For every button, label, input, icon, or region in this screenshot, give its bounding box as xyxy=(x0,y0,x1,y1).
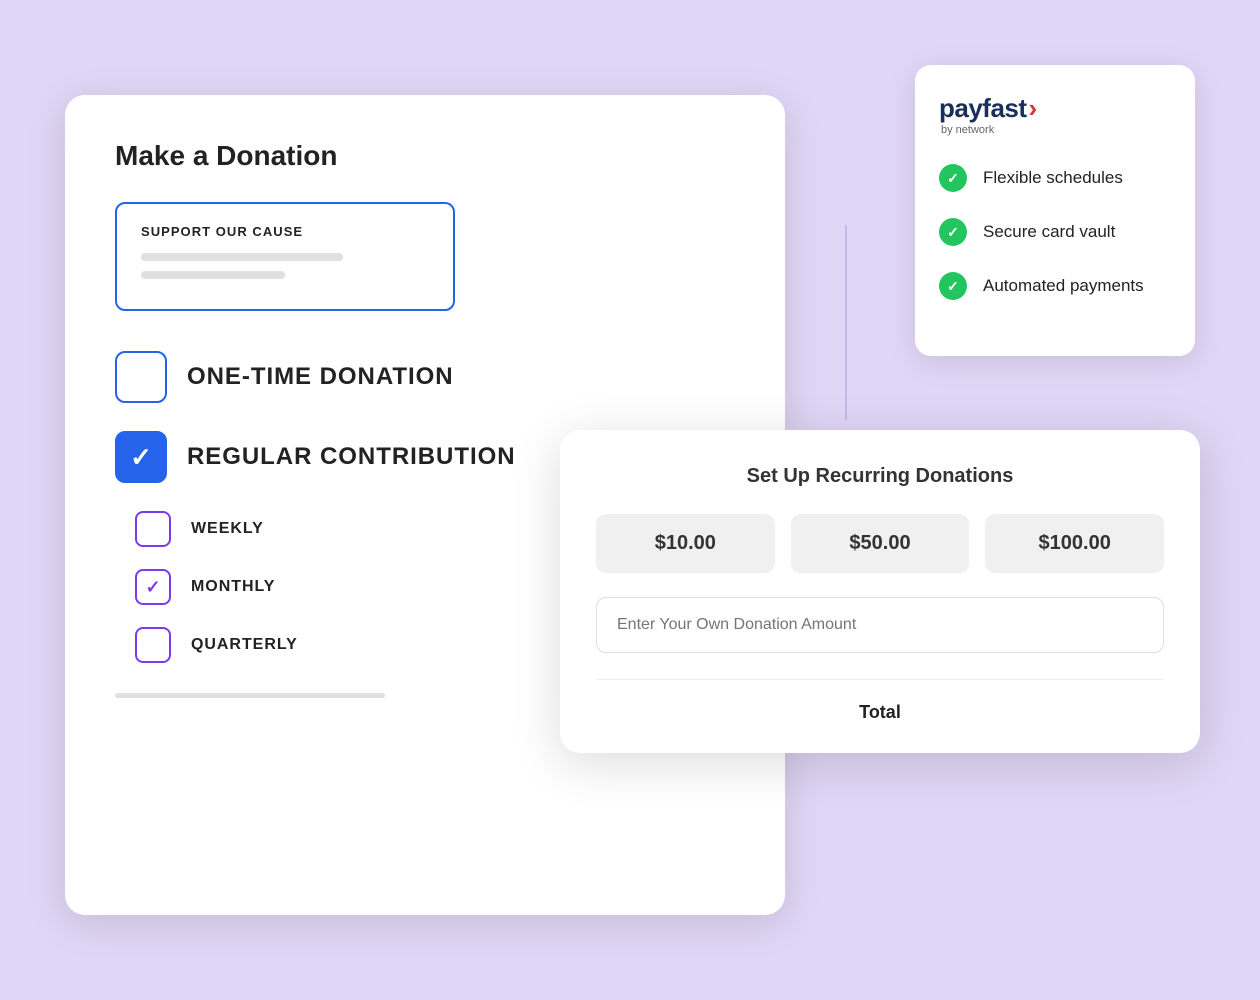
monthly-label: MONTHLY xyxy=(191,578,275,596)
quarterly-label: QUARTERLY xyxy=(191,636,298,654)
payfast-logo: payfast › by network xyxy=(939,93,1171,136)
secure-text: Secure card vault xyxy=(983,222,1115,242)
amount-50-button[interactable]: $50.00 xyxy=(791,514,970,573)
flexible-check-icon: ✓ xyxy=(939,164,967,192)
payfast-brand-row: payfast › xyxy=(939,93,1037,124)
vertical-connector xyxy=(845,225,847,420)
amount-100-button[interactable]: $100.00 xyxy=(985,514,1164,573)
total-row: Total xyxy=(596,702,1164,723)
feature-flexible: ✓ Flexible schedules xyxy=(939,164,1171,192)
payfast-logo-wrap: payfast › by network xyxy=(939,93,1037,136)
card-scrollbar xyxy=(115,693,385,698)
secure-check-icon: ✓ xyxy=(939,218,967,246)
regular-checkbox[interactable] xyxy=(115,431,167,483)
total-divider xyxy=(596,679,1164,680)
amount-buttons-group: $10.00 $50.00 $100.00 xyxy=(596,514,1164,573)
flexible-text: Flexible schedules xyxy=(983,168,1123,188)
feature-secure: ✓ Secure card vault xyxy=(939,218,1171,246)
one-time-checkbox[interactable] xyxy=(115,351,167,403)
weekly-label: WEEKLY xyxy=(191,520,264,538)
cause-box: SUPPORT OUR CAUSE xyxy=(115,202,455,311)
recurring-title: Set Up Recurring Donations xyxy=(596,465,1164,488)
cause-line-2 xyxy=(141,271,285,279)
cause-line-1 xyxy=(141,253,343,261)
feature-automated: ✓ Automated payments xyxy=(939,272,1171,300)
monthly-checkbox[interactable] xyxy=(135,569,171,605)
amount-10-button[interactable]: $10.00 xyxy=(596,514,775,573)
payfast-brand-text: payfast xyxy=(939,93,1027,124)
custom-amount-input[interactable] xyxy=(596,597,1164,653)
total-label: Total xyxy=(859,702,901,723)
regular-label: REGULAR CONTRIBUTION xyxy=(187,443,516,471)
recurring-card: Set Up Recurring Donations $10.00 $50.00… xyxy=(560,430,1200,753)
automated-text: Automated payments xyxy=(983,276,1144,296)
quarterly-checkbox[interactable] xyxy=(135,627,171,663)
one-time-donation-option[interactable]: ONE-TIME DONATION xyxy=(115,351,735,403)
automated-check-icon: ✓ xyxy=(939,272,967,300)
payfast-card: payfast › by network ✓ Flexible schedule… xyxy=(915,65,1195,356)
payfast-subtitle: by network xyxy=(941,124,1037,136)
cause-label: SUPPORT OUR CAUSE xyxy=(141,224,429,239)
card-title: Make a Donation xyxy=(115,140,735,172)
weekly-checkbox[interactable] xyxy=(135,511,171,547)
payfast-arrow-icon: › xyxy=(1029,93,1038,124)
one-time-label: ONE-TIME DONATION xyxy=(187,363,454,391)
